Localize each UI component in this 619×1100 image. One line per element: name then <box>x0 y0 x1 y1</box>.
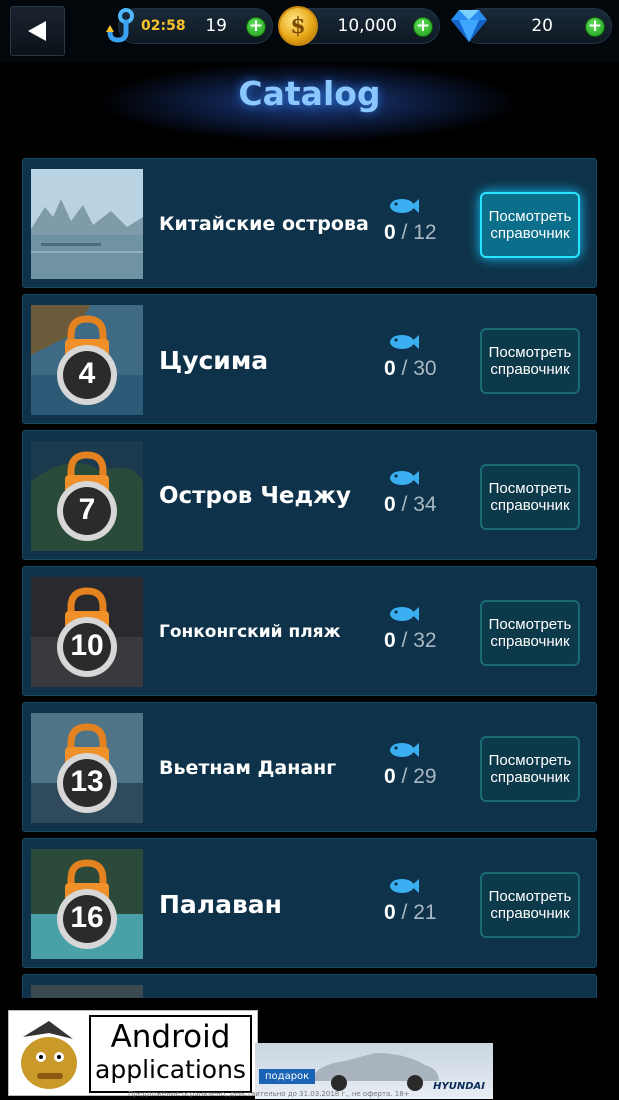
location-row: 7 Остров Чеджу 0 / 34 Посмотреть справоч… <box>22 430 597 560</box>
total-count: / 34 <box>401 493 437 516</box>
location-row: 13 Вьетнам Дананг 0 / 29 Посмотреть спра… <box>22 702 597 832</box>
total-count: / 32 <box>401 629 437 652</box>
caught-count: 0 <box>384 357 396 380</box>
android-mascot-icon <box>21 1021 77 1089</box>
view-guide-button[interactable]: Посмотреть справочник <box>480 872 580 938</box>
bait-timer: 02:58 <box>141 18 186 34</box>
location-list[interactable]: Китайские острова 0 / 12 Посмотреть спра… <box>22 158 597 998</box>
ad-logo-text: Android applications <box>89 1015 252 1093</box>
caught-count: 0 <box>384 221 396 244</box>
bait-counter: 02:58 19 + <box>118 8 273 44</box>
location-name: Китайские острова <box>159 213 369 235</box>
fish-icon <box>390 879 419 893</box>
catch-progress: 0 / 29 <box>384 765 437 789</box>
page-title: Catalog <box>238 74 381 113</box>
unlock-level: 13 <box>70 765 104 798</box>
fish-icon <box>390 335 419 349</box>
caught-count: 0 <box>384 629 396 652</box>
total-count: / 21 <box>401 901 437 924</box>
diamond-icon <box>451 10 487 42</box>
total-count: / 12 <box>401 221 437 244</box>
fish-icon <box>390 199 419 213</box>
catch-progress: 0 / 21 <box>384 901 437 925</box>
catch-progress: 0 / 12 <box>384 221 437 245</box>
catch-progress: 0 / 34 <box>384 493 437 517</box>
caught-count: 0 <box>384 493 396 516</box>
location-name: Вьетнам Дананг <box>159 757 337 779</box>
back-button[interactable] <box>10 6 65 56</box>
location-row: 10 Гонконгский пляж 0 / 32 Посмотреть сп… <box>22 566 597 696</box>
ad-title-applications: applications <box>95 1055 246 1084</box>
location-row: Китайские острова 0 / 12 Посмотреть спра… <box>22 158 597 288</box>
fish-icon <box>390 607 419 621</box>
total-count: / 30 <box>401 357 437 380</box>
add-coins-button[interactable]: + <box>413 17 433 37</box>
back-arrow-icon <box>28 21 46 41</box>
location-thumbnail <box>31 169 143 279</box>
caught-count: 0 <box>384 765 396 788</box>
ad-gift-label: подарок <box>259 1069 316 1084</box>
view-guide-button[interactable]: Посмотреть справочник <box>480 736 580 802</box>
view-guide-button[interactable]: Посмотреть справочник <box>480 192 580 258</box>
hook-icon <box>106 8 134 43</box>
unlock-level: 16 <box>70 901 104 934</box>
location-thumbnail: 13 <box>31 713 143 823</box>
add-gems-button[interactable]: + <box>585 17 605 37</box>
location-row: 16 Палаван 0 / 21 Посмотреть справочник <box>22 838 597 968</box>
location-thumbnail: 4 <box>31 305 143 415</box>
location-thumbnail: 16 <box>31 849 143 959</box>
unlock-level: 4 <box>78 357 96 390</box>
coin-count: 10,000 <box>337 16 397 36</box>
catch-progress: 0 / 32 <box>384 629 437 653</box>
unlock-level: 10 <box>70 629 104 662</box>
unlock-level: 7 <box>78 493 96 526</box>
catch-progress: 0 / 30 <box>384 357 437 381</box>
fish-icon <box>390 471 419 485</box>
location-thumbnail <box>31 985 143 998</box>
ad-title-android: Android <box>110 1019 231 1055</box>
view-guide-button[interactable]: Посмотреть справочник <box>480 464 580 530</box>
location-thumbnail: 10 <box>31 577 143 687</box>
location-name: Палаван <box>159 889 282 919</box>
location-row: 4 Цусима 0 / 30 Посмотреть справочник <box>22 294 597 424</box>
location-row-partial <box>22 974 597 998</box>
caught-count: 0 <box>384 901 396 924</box>
bait-count: 19 <box>205 16 227 36</box>
view-guide-button[interactable]: Посмотреть справочник <box>480 600 580 666</box>
page-header: Catalog <box>0 62 619 142</box>
location-name: Остров Чеджу <box>159 483 351 509</box>
ad-brand: HYUNDAI <box>433 1081 485 1092</box>
view-guide-button[interactable]: Посмотреть справочник <box>480 328 580 394</box>
ad-fine-print: Предложение ограничено, действительно до… <box>128 1090 410 1098</box>
total-count: / 29 <box>401 765 437 788</box>
fish-icon <box>390 743 419 757</box>
location-thumbnail: 7 <box>31 441 143 551</box>
top-bar: 02:58 19 + 10,000 + $ 20 + <box>0 0 619 62</box>
location-name: Гонконгский пляж <box>159 622 341 642</box>
car-image <box>311 1053 439 1091</box>
ad-logo[interactable]: Android applications <box>8 1010 258 1096</box>
coin-icon: $ <box>278 6 318 46</box>
location-name: Цусима <box>159 345 269 375</box>
add-bait-button[interactable]: + <box>246 17 266 37</box>
gem-count: 20 <box>531 16 553 36</box>
